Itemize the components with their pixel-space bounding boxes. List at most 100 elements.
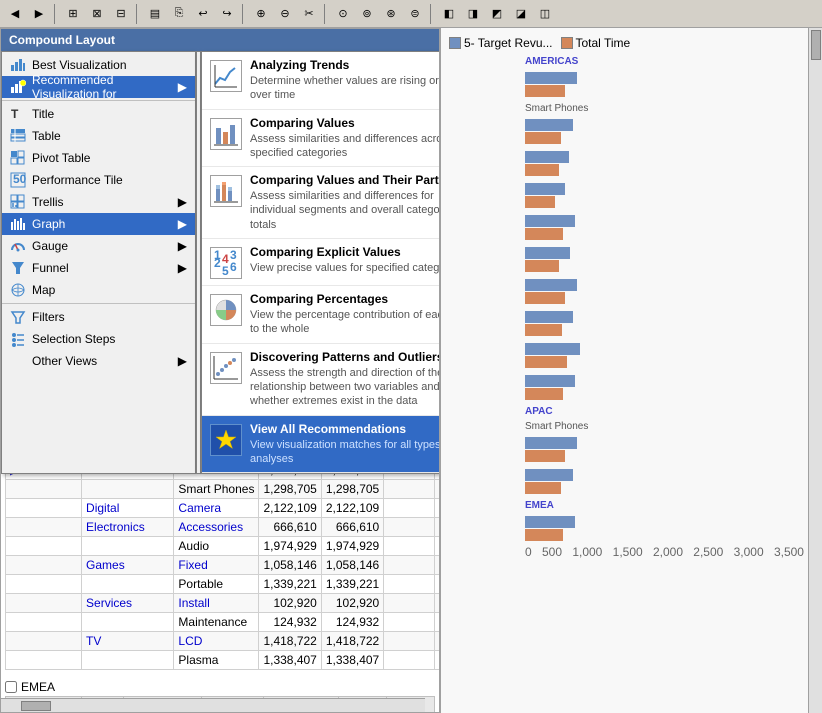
chart-row	[445, 276, 804, 306]
viz-item-percentages[interactable]: Comparing Percentages View the percentag…	[202, 286, 440, 344]
viz-item-patterns-desc: Assess the strength and direction of the…	[250, 366, 440, 409]
toolbar-btn-5[interactable]: ⊟	[110, 3, 132, 25]
menu-item-gauge-label: Gauge	[32, 239, 68, 253]
toolbar-btn-6[interactable]: ▤	[144, 3, 166, 25]
toolbar-btn-17[interactable]: ◧	[438, 3, 460, 25]
menu-item-perf-tile[interactable]: 50 Performance Tile	[2, 169, 195, 191]
toolbar-btn-21[interactable]: ◫	[534, 3, 556, 25]
chart-rows-container: AMERICASSmart PhonesAPACSmart PhonesEMEA	[445, 54, 804, 543]
menu-item-table[interactable]: Table	[2, 125, 195, 147]
toolbar-btn-18[interactable]: ◨	[462, 3, 484, 25]
bar-orange	[525, 292, 565, 304]
bar-orange	[525, 85, 565, 97]
title-icon: T	[10, 106, 26, 122]
menu-item-other-views[interactable]: Other Views ▶	[2, 350, 195, 372]
toolbar-btn-1[interactable]: ◀	[4, 3, 26, 25]
viz-panel: Analyzing Trends Determine whether value…	[201, 51, 440, 474]
viz-item-trends-desc: Determine whether values are rising or f…	[250, 74, 440, 103]
menu-item-title-label: Title	[32, 107, 54, 121]
toolbar-btn-15[interactable]: ⊛	[380, 3, 402, 25]
viz-item-trends[interactable]: Analyzing Trends Determine whether value…	[202, 52, 440, 110]
toolbar-btn-11[interactable]: ⊖	[274, 3, 296, 25]
chart-region-label: APAC	[445, 404, 804, 419]
toolbar-btn-9[interactable]: ↪	[216, 3, 238, 25]
legend-item-total: Total Time	[561, 36, 631, 50]
toolbar-btn-10[interactable]: ⊕	[250, 3, 272, 25]
menu-item-pivot[interactable]: Pivot Table	[2, 147, 195, 169]
toolbar-btn-3[interactable]: ⊞	[62, 3, 84, 25]
graph-arrow: ▶	[178, 217, 187, 231]
menu-item-title[interactable]: T Title	[2, 103, 195, 125]
viz-item-patterns-title: Discovering Patterns and Outliers	[250, 350, 440, 364]
svg-text:50: 50	[13, 172, 26, 186]
scrollbar-thumb[interactable]	[21, 701, 51, 711]
menu-item-trellis[interactable]: Trellis ▶	[2, 191, 195, 213]
bar-orange	[525, 482, 561, 494]
bar-blue	[525, 247, 570, 259]
viz-item-view-all[interactable]: View All Recommendations View visualizat…	[202, 416, 440, 474]
toolbar-btn-12[interactable]: ✂	[298, 3, 320, 25]
viz-item-explicit-title: Comparing Explicit Values	[250, 245, 440, 259]
viz-item-view-all-text: View All Recommendations View visualizat…	[250, 422, 440, 467]
bottom-scrollbar[interactable]	[1, 698, 425, 712]
chart-row	[445, 180, 804, 210]
viz-item-patterns[interactable]: Discovering Patterns and Outliers Assess…	[202, 344, 440, 416]
funnel-arrow: ▶	[178, 261, 187, 275]
viz-item-patterns-text: Discovering Patterns and Outliers Assess…	[250, 350, 440, 409]
region-checkbox-emea[interactable]	[5, 681, 17, 693]
bar-orange	[525, 164, 559, 176]
toolbar-sep-2	[136, 4, 140, 24]
bar-blue	[525, 469, 573, 481]
toolbar-btn-8[interactable]: ↩	[192, 3, 214, 25]
viz-item-compare-parts-desc: Assess similarities and differences for …	[250, 189, 440, 232]
chart-sub-label: Smart Phones	[445, 419, 804, 434]
menu-item-selection-steps-label: Selection Steps	[32, 332, 115, 346]
toolbar-btn-7[interactable]: ⎘	[168, 3, 190, 25]
chart-axis: 05001,0001,5002,0002,5003,0003,500	[445, 545, 804, 559]
toolbar-sep-1	[54, 4, 58, 24]
toolbar-btn-20[interactable]: ◪	[510, 3, 532, 25]
toolbar: ◀ ▶ ⊞ ⊠ ⊟ ▤ ⎘ ↩ ↪ ⊕ ⊖ ✂ ⊙ ⊚ ⊛ ⊜ ◧ ◨ ◩ ◪ …	[0, 0, 822, 28]
menu-item-graph[interactable]: Graph ▶	[2, 213, 195, 235]
menu-item-gauge[interactable]: Gauge ▶	[2, 235, 195, 257]
menu-item-filters[interactable]: Filters	[2, 306, 195, 328]
svg-text:5: 5	[222, 264, 229, 277]
menu-item-filters-label: Filters	[32, 310, 65, 324]
compound-layout-title: Compound Layout	[9, 33, 115, 47]
menu-item-selection-steps[interactable]: Selection Steps	[2, 328, 195, 350]
menu-item-recommended[interactable]: Recommended Visualization for ▶	[2, 76, 195, 98]
menu-item-funnel[interactable]: Funnel ▶	[2, 257, 195, 279]
viz-item-compare-parts-title: Comparing Values and Their Parts	[250, 173, 440, 187]
viz-item-explicit[interactable]: 1 2 4 3 6 5 Comparing Explicit Values Vi…	[202, 239, 440, 286]
viz-icon-compare	[210, 118, 242, 150]
chart-legend: 5- Target Revu... Total Time	[445, 32, 804, 54]
toolbar-btn-4[interactable]: ⊠	[86, 3, 108, 25]
toolbar-btn-13[interactable]: ⊙	[332, 3, 354, 25]
viz-item-explicit-text: Comparing Explicit Values View precise v…	[250, 245, 440, 275]
table-row: ServicesInstall102,920102,920	[6, 594, 440, 613]
menu-item-map[interactable]: Map	[2, 279, 195, 301]
axis-label: 1,000	[572, 545, 602, 559]
other-views-arrow: ▶	[178, 354, 187, 368]
viz-item-compare-values[interactable]: Comparing Values Assess similarities and…	[202, 110, 440, 168]
viz-icon-explicit: 1 2 4 3 6 5	[210, 247, 242, 279]
table-icon	[10, 128, 26, 144]
viz-item-compare-values-desc: Assess similarities and differences acro…	[250, 132, 440, 161]
chart-scrollbar[interactable]	[808, 28, 822, 713]
recommended-icon	[10, 79, 26, 95]
chart-sub-label: Smart Phones	[445, 101, 804, 116]
table-row: Maintenance124,932124,932	[6, 613, 440, 632]
viz-item-compare-values-text: Comparing Values Assess similarities and…	[250, 116, 440, 161]
toolbar-btn-14[interactable]: ⊚	[356, 3, 378, 25]
toolbar-btn-16[interactable]: ⊜	[404, 3, 426, 25]
viz-item-trends-text: Analyzing Trends Determine whether value…	[250, 58, 440, 103]
viz-item-view-all-title: View All Recommendations	[250, 422, 440, 436]
toolbar-btn-19[interactable]: ◩	[486, 3, 508, 25]
viz-item-compare-parts[interactable]: Comparing Values and Their Parts Assess …	[202, 167, 440, 239]
bar-orange	[525, 324, 562, 336]
toolbar-btn-2[interactable]: ▶	[28, 3, 50, 25]
toolbar-sep-5	[430, 4, 434, 24]
viz-item-compare-parts-text: Comparing Values and Their Parts Assess …	[250, 173, 440, 232]
table-row: Audio1,974,9291,974,929	[6, 537, 440, 556]
svg-text:6: 6	[230, 260, 237, 274]
